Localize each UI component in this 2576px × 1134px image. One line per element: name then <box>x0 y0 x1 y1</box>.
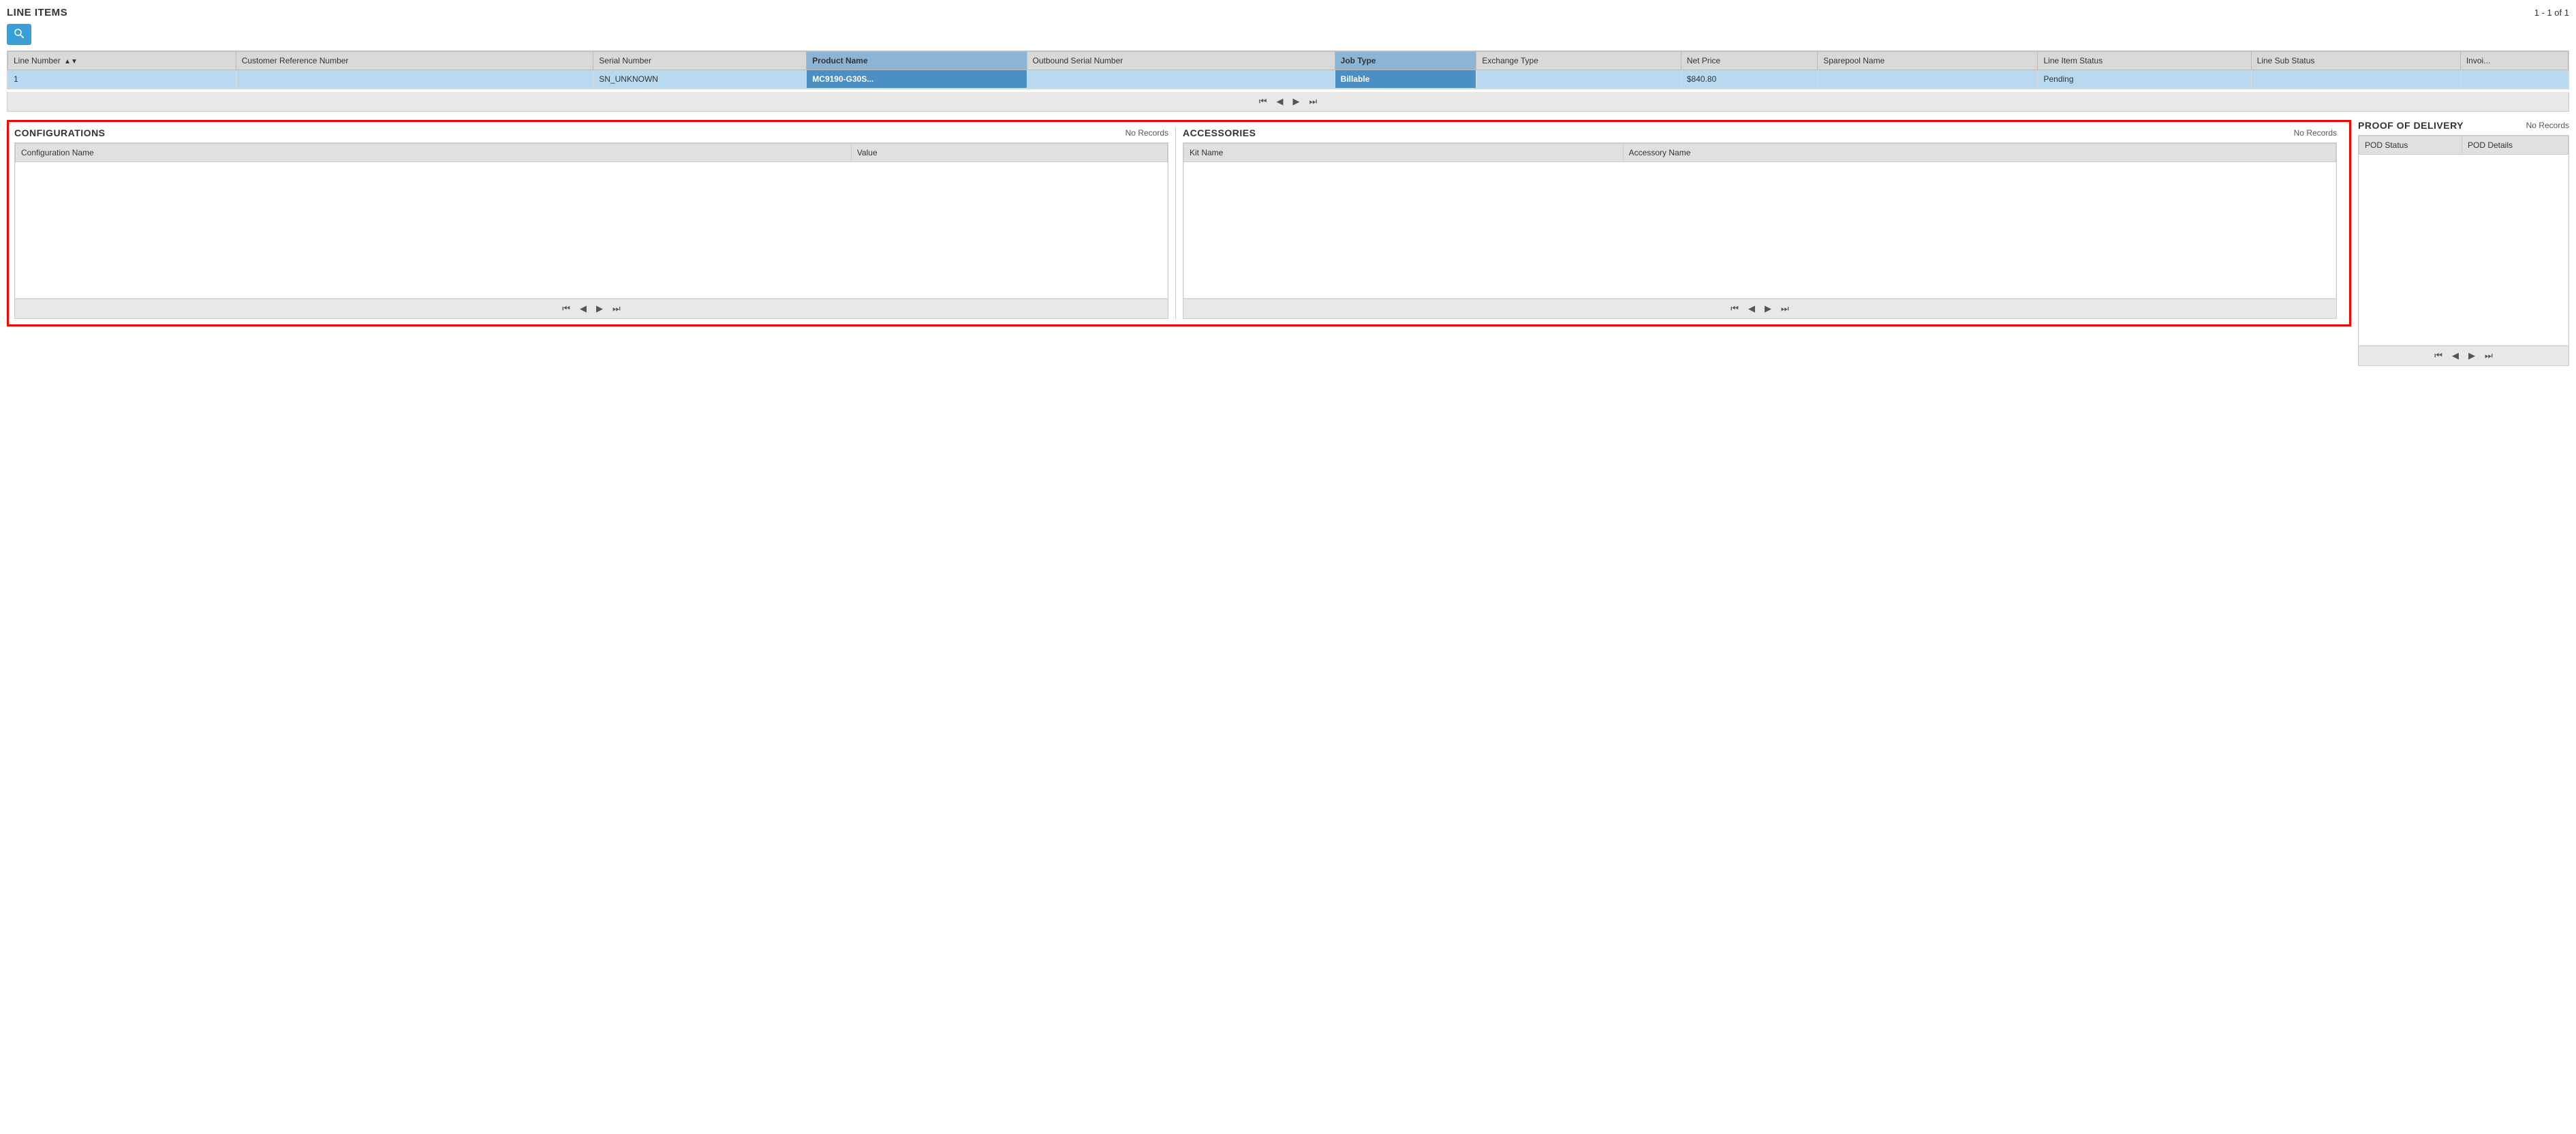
acc-col-kit: Kit Name <box>1184 144 1624 162</box>
pod-last[interactable]: ⏭ <box>2482 349 2496 363</box>
pod-section: PROOF OF DELIVERY No Records POD Status … <box>2351 120 2569 366</box>
col-sparepool-name[interactable]: Sparepool Name <box>1818 52 2038 70</box>
pod-col-details: POD Details <box>2462 136 2568 155</box>
cell-line_item_status: Pending <box>2038 70 2251 89</box>
search-button[interactable] <box>7 24 31 45</box>
line-items-table: Line Number ▲▼ Customer Reference Number… <box>7 51 2569 89</box>
pagination-prev[interactable]: ◀ <box>1274 95 1286 108</box>
cell-line_sub_status <box>2251 70 2460 89</box>
pod-title: PROOF OF DELIVERY <box>2358 120 2464 131</box>
accessories-pagination: ⏮ ◀ ▶ ⏭ <box>1183 299 2337 319</box>
col-product-name[interactable]: Product Name <box>807 52 1027 70</box>
configurations-pagination: ⏮ ◀ ▶ ⏭ <box>14 299 1168 319</box>
col-serial-number[interactable]: Serial Number <box>593 52 807 70</box>
configurations-no-records: No Records <box>1126 128 1168 138</box>
col-invoice[interactable]: Invoi... <box>2460 52 2568 70</box>
cell-invoice <box>2460 70 2568 89</box>
col-line-sub-status[interactable]: Line Sub Status <box>2251 52 2460 70</box>
acc-last[interactable]: ⏭ <box>1778 302 1792 316</box>
cell-customer_ref <box>236 70 593 89</box>
line-items-toolbar <box>7 24 2569 45</box>
page-wrapper: LINE ITEMS 1 - 1 of 1 Line Number ▲▼ Cus… <box>0 0 2576 373</box>
pod-empty-body <box>2359 155 2569 346</box>
configurations-section: CONFIGURATIONS No Records Configuration … <box>14 127 1175 319</box>
pagination-next[interactable]: ▶ <box>1290 95 1303 108</box>
accessories-table-wrapper: Kit Name Accessory Name <box>1183 142 2337 299</box>
pod-col-status: POD Status <box>2359 136 2462 155</box>
accessories-header: ACCESSORIES No Records <box>1183 127 2337 138</box>
lower-sections-wrapper: CONFIGURATIONS No Records Configuration … <box>7 112 2569 366</box>
pagination-last[interactable]: ⏭ <box>1307 95 1320 108</box>
acc-prev[interactable]: ◀ <box>1745 302 1758 316</box>
acc-col-accessory: Accessory Name <box>1623 144 2336 162</box>
line-items-header: LINE ITEMS 1 - 1 of 1 <box>7 7 2569 18</box>
col-customer-ref[interactable]: Customer Reference Number <box>236 52 593 70</box>
config-empty-body <box>16 162 1168 298</box>
accessories-title: ACCESSORIES <box>1183 127 1256 138</box>
pod-header: PROOF OF DELIVERY No Records <box>2358 120 2569 131</box>
red-box-inner: CONFIGURATIONS No Records Configuration … <box>14 127 2344 319</box>
cell-outbound_serial <box>1027 70 1335 89</box>
cell-product_name: MC9190-G30S... <box>807 70 1027 89</box>
table-row[interactable]: 1 SN_UNKNOWNMC9190-G30S... Billable $840.80… <box>8 70 2569 89</box>
pod-first[interactable]: ⏮ <box>2432 349 2445 363</box>
config-next[interactable]: ▶ <box>593 302 606 316</box>
config-col-name: Configuration Name <box>16 144 852 162</box>
pod-no-records: No Records <box>2526 121 2569 130</box>
acc-next[interactable]: ▶ <box>1762 302 1774 316</box>
search-icon <box>14 28 25 39</box>
cell-sparepool_name <box>1818 70 2038 89</box>
cell-job_type: Billable <box>1335 70 1476 89</box>
col-line-number[interactable]: Line Number ▲▼ <box>8 52 236 70</box>
cell-exchange_type <box>1476 70 1681 89</box>
config-col-value: Value <box>851 144 1167 162</box>
line-items-title: LINE ITEMS <box>7 7 67 18</box>
acc-first[interactable]: ⏮ <box>1728 302 1741 316</box>
accessories-table: Kit Name Accessory Name <box>1183 143 2336 298</box>
cell-serial_number: SN_UNKNOWN <box>593 70 807 89</box>
pod-next[interactable]: ▶ <box>2466 349 2478 363</box>
pod-prev[interactable]: ◀ <box>2449 349 2462 363</box>
pod-table: POD Status POD Details <box>2359 136 2569 346</box>
col-line-item-status[interactable]: Line Item Status <box>2038 52 2251 70</box>
cell-line_number: 1 <box>8 70 236 89</box>
red-box-section: CONFIGURATIONS No Records Configuration … <box>7 120 2351 326</box>
col-job-type[interactable]: Job Type <box>1335 52 1476 70</box>
acc-empty-body <box>1184 162 2336 298</box>
configurations-table-wrapper: Configuration Name Value <box>14 142 1168 299</box>
configurations-header: CONFIGURATIONS No Records <box>14 127 1168 138</box>
col-exchange-type[interactable]: Exchange Type <box>1476 52 1681 70</box>
accessories-no-records: No Records <box>2294 128 2337 138</box>
config-first[interactable]: ⏮ <box>559 302 573 316</box>
line-items-table-wrapper: Line Number ▲▼ Customer Reference Number… <box>7 50 2569 89</box>
config-prev[interactable]: ◀ <box>577 302 589 316</box>
configurations-table: Configuration Name Value <box>15 143 1168 298</box>
cell-net_price: $840.80 <box>1681 70 1817 89</box>
pod-table-wrapper: POD Status POD Details <box>2358 135 2569 346</box>
line-items-pagination: ⏮ ◀ ▶ ⏭ <box>7 92 2569 112</box>
config-last[interactable]: ⏭ <box>610 302 623 316</box>
col-net-price[interactable]: Net Price <box>1681 52 1817 70</box>
configurations-title: CONFIGURATIONS <box>14 127 106 138</box>
line-items-record-count: 1 - 1 of 1 <box>2534 7 2569 18</box>
pagination-first[interactable]: ⏮ <box>1256 95 1270 108</box>
col-outbound-serial[interactable]: Outbound Serial Number <box>1027 52 1335 70</box>
pod-pagination: ⏮ ◀ ▶ ⏭ <box>2358 346 2569 366</box>
accessories-section: ACCESSORIES No Records Kit Name Accessor… <box>1175 127 2344 319</box>
